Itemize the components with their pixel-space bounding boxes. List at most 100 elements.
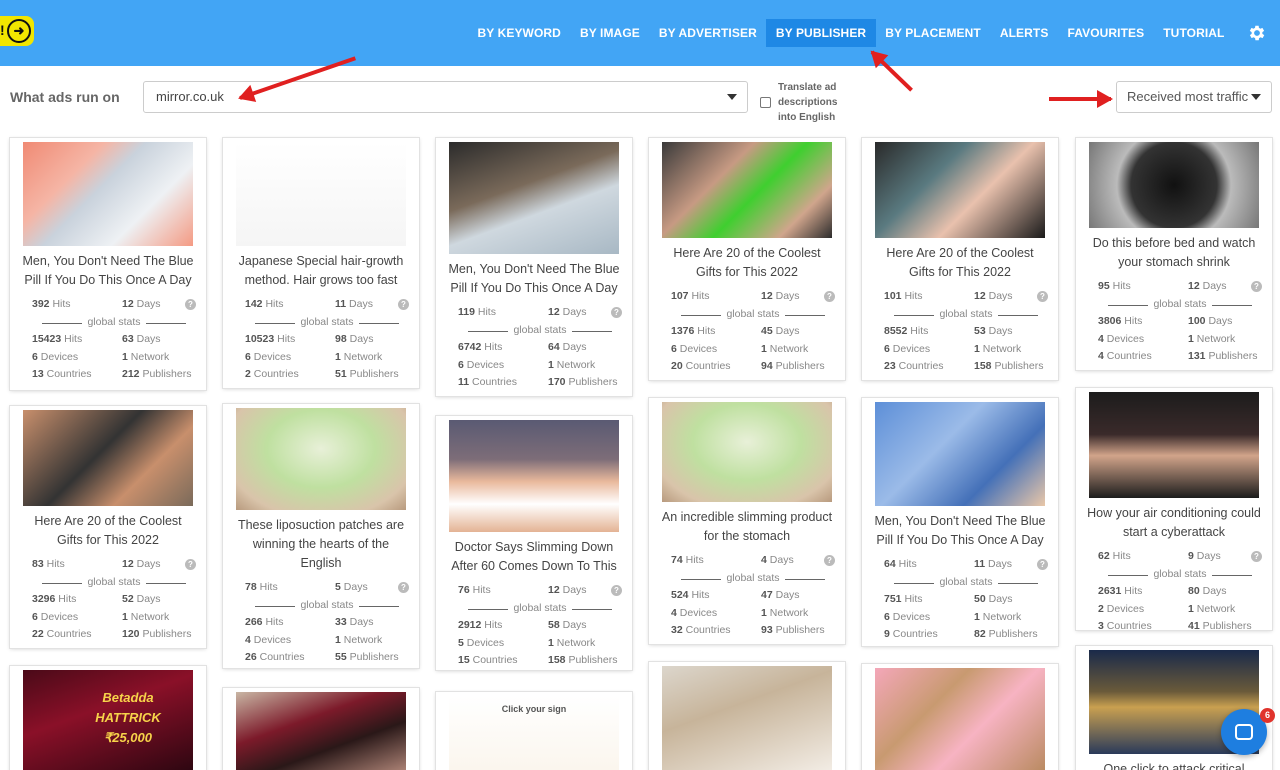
- publisher-stats-row: 62 Hits 9 Days: [1098, 550, 1221, 562]
- nav-by-placement[interactable]: BY PLACEMENT: [876, 19, 991, 47]
- ad-card[interactable]: An incredible slimming product for the s…: [649, 398, 845, 644]
- help-icon[interactable]: ?: [1251, 551, 1262, 562]
- help-icon[interactable]: ?: [824, 291, 835, 302]
- ad-thumbnail[interactable]: [236, 408, 406, 510]
- ad-title: One click to attack critical: [1103, 762, 1245, 770]
- ad-thumbnail[interactable]: [662, 666, 832, 770]
- ad-stats: 74 Hits 4 Days ? global stats 524 Hits 47…: [671, 552, 835, 640]
- help-icon[interactable]: ?: [398, 582, 409, 593]
- global-hits-row: 266 Hits 33 Days: [245, 616, 374, 628]
- global-devices-row: 2 Devices 1 Network: [1098, 602, 1236, 615]
- ad-thumbnail[interactable]: [449, 142, 619, 254]
- ad-thumbnail[interactable]: Betadda HATTRICK ₹25,000: [23, 670, 193, 770]
- global-devices-row: 6 Devices 1 Network: [458, 358, 596, 371]
- ad-card[interactable]: Here Are 20 of the Coolest Gifts for Thi…: [862, 138, 1058, 380]
- ad-stats: 76 Hits 12 Days ? global stats 2912 Hits …: [458, 582, 622, 670]
- global-countries-row: 2 Countries 51 Publishers: [245, 368, 399, 380]
- global-devices-row: 6 Devices 1 Network: [245, 350, 383, 363]
- ad-card[interactable]: [649, 662, 845, 770]
- help-icon[interactable]: ?: [611, 585, 622, 596]
- ad-stats: 142 Hits 11 Days ? global stats 10523 Hit…: [245, 296, 409, 384]
- logo-exclamation: !: [0, 22, 5, 38]
- ad-title: Here Are 20 of the Coolest Gifts for Thi…: [34, 514, 182, 547]
- publisher-stats-row: 78 Hits 5 Days: [245, 581, 368, 593]
- ad-card[interactable]: How your air conditioning could start a …: [1076, 388, 1272, 632]
- translate-checkbox[interactable]: [760, 97, 771, 108]
- nav-by-image[interactable]: BY IMAGE: [570, 19, 649, 47]
- global-stats-divider: global stats: [458, 322, 622, 340]
- help-icon[interactable]: ?: [611, 307, 622, 318]
- ad-thumbnail[interactable]: [1089, 392, 1259, 498]
- ad-card[interactable]: Here Are 20 of the Coolest Gifts for Thi…: [649, 138, 845, 380]
- ad-stats: 101 Hits 12 Days ? global stats 8552 Hits…: [884, 288, 1048, 376]
- global-hits-row: 6742 Hits 64 Days: [458, 341, 587, 353]
- nav-by-advertiser[interactable]: BY ADVERTISER: [649, 19, 766, 47]
- publisher-stats-row: 83 Hits 12 Days: [32, 558, 161, 570]
- ad-card[interactable]: These liposuction patches are winning th…: [223, 404, 419, 668]
- chevron-down-icon: [1251, 94, 1261, 100]
- ad-thumbnail[interactable]: [875, 142, 1045, 238]
- nav-by-publisher[interactable]: BY PUBLISHER: [766, 19, 876, 47]
- top-bar: ! ➜ BY KEYWORD BY IMAGE BY ADVERTISER BY…: [0, 0, 1280, 66]
- help-icon[interactable]: ?: [185, 559, 196, 570]
- ad-title: Do this before bed and watch your stomac…: [1092, 236, 1256, 269]
- ad-card[interactable]: [223, 688, 419, 770]
- ad-thumbnail[interactable]: [875, 402, 1045, 506]
- gear-icon[interactable]: [1234, 19, 1280, 47]
- global-countries-row: 26 Countries 55 Publishers: [245, 651, 399, 663]
- ad-card[interactable]: Japanese Special hair-growth method. Hai…: [223, 138, 419, 388]
- nav-alerts[interactable]: ALERTS: [990, 19, 1058, 47]
- ad-thumbnail[interactable]: [236, 142, 406, 246]
- publisher-select[interactable]: mirror.co.uk: [143, 81, 748, 113]
- global-devices-row: 6 Devices 1 Network: [671, 342, 809, 355]
- ad-thumbnail[interactable]: [236, 692, 406, 770]
- global-hits-row: 3296 Hits 52 Days: [32, 593, 161, 605]
- ad-stats: 119 Hits 12 Days ? global stats 6742 Hits…: [458, 304, 622, 392]
- help-icon[interactable]: ?: [185, 299, 196, 310]
- help-icon[interactable]: ?: [1251, 281, 1262, 292]
- help-icon[interactable]: ?: [824, 555, 835, 566]
- global-countries-row: 9 Countries 82 Publishers: [884, 628, 1038, 640]
- nav-favourites[interactable]: FAVOURITES: [1058, 19, 1154, 47]
- ad-card[interactable]: Men, You Don't Need The Blue Pill If You…: [10, 138, 206, 390]
- global-stats-divider: global stats: [1098, 296, 1262, 314]
- global-hits-row: 751 Hits 50 Days: [884, 593, 1013, 605]
- ad-thumbnail[interactable]: [875, 668, 1045, 770]
- nav-tutorial[interactable]: TUTORIAL: [1154, 19, 1234, 47]
- ad-card[interactable]: Men, You Don't Need The Blue Pill If You…: [862, 398, 1058, 646]
- ad-stats: 95 Hits 12 Days ? global stats 3806 Hits …: [1098, 278, 1262, 366]
- ad-thumbnail-text: Betadda HATTRICK ₹25,000: [95, 690, 161, 745]
- chevron-down-icon: [727, 94, 737, 100]
- ad-card[interactable]: Do this before bed and watch your stomac…: [1076, 138, 1272, 370]
- ad-stats: 62 Hits 9 Days ? global stats 2631 Hits 8…: [1098, 548, 1262, 636]
- ad-card[interactable]: Men, You Don't Need The Blue Pill If You…: [436, 138, 632, 396]
- ad-thumbnail[interactable]: [662, 142, 832, 238]
- global-countries-row: 32 Countries 93 Publishers: [671, 624, 825, 636]
- global-countries-row: 23 Countries 158 Publishers: [884, 360, 1044, 372]
- global-devices-row: 6 Devices 1 Network: [32, 350, 170, 363]
- help-icon[interactable]: ?: [398, 299, 409, 310]
- ad-card[interactable]: [862, 664, 1058, 770]
- ad-card[interactable]: Here Are 20 of the Coolest Gifts for Thi…: [10, 406, 206, 648]
- global-devices-row: 6 Devices 1 Network: [884, 610, 1022, 623]
- ad-thumbnail[interactable]: [662, 402, 832, 502]
- sort-select[interactable]: Received most traffic: [1116, 81, 1272, 113]
- global-countries-row: 3 Countries 41 Publishers: [1098, 620, 1252, 632]
- global-devices-row: 4 Devices 1 Network: [1098, 332, 1236, 345]
- logo[interactable]: ! ➜: [0, 16, 34, 46]
- ad-thumbnail[interactable]: [23, 410, 193, 506]
- help-icon[interactable]: ?: [1037, 559, 1048, 570]
- global-devices-row: 6 Devices 1 Network: [884, 342, 1022, 355]
- ad-card[interactable]: Doctor Says Slimming Down After 60 Comes…: [436, 416, 632, 670]
- ad-thumbnail[interactable]: [1089, 142, 1259, 228]
- ad-thumbnail[interactable]: Click your sign: [449, 696, 619, 770]
- ad-thumbnail[interactable]: [449, 420, 619, 532]
- ad-card[interactable]: Click your sign: [436, 692, 632, 770]
- global-hits-row: 8552 Hits 53 Days: [884, 325, 1013, 337]
- ad-card[interactable]: Betadda HATTRICK ₹25,000: [10, 666, 206, 770]
- nav-by-keyword[interactable]: BY KEYWORD: [468, 19, 570, 47]
- annotation-arrow: [1049, 97, 1111, 101]
- ad-thumbnail[interactable]: [23, 142, 193, 246]
- global-devices-row: 5 Devices 1 Network: [458, 636, 596, 649]
- help-icon[interactable]: ?: [1037, 291, 1048, 302]
